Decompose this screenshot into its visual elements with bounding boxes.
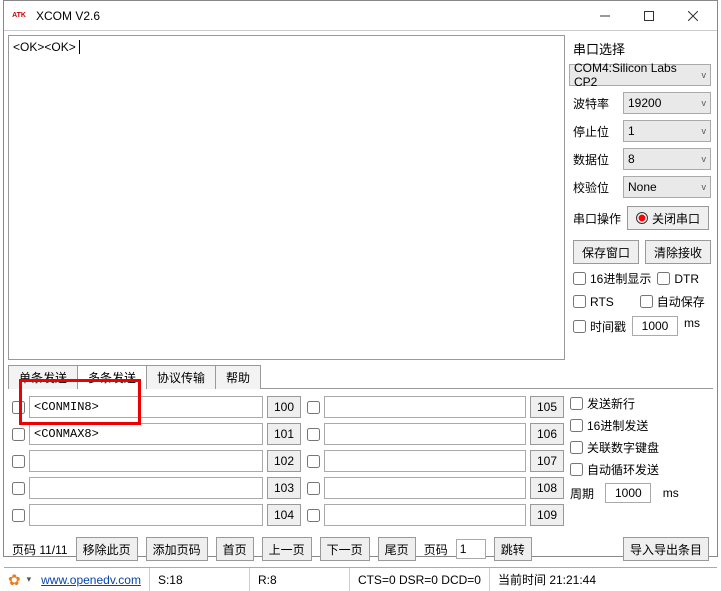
port-combo[interactable]: COM4:Silicon Labs CP2v bbox=[569, 64, 711, 86]
send-text-input[interactable] bbox=[324, 423, 526, 445]
send-button-105[interactable]: 105 bbox=[530, 396, 564, 418]
row-checkbox[interactable] bbox=[12, 455, 25, 468]
maximize-button[interactable] bbox=[627, 2, 671, 30]
op-label: 串口操作 bbox=[573, 210, 621, 227]
send-text-input[interactable] bbox=[29, 423, 263, 445]
send-button-107[interactable]: 107 bbox=[530, 450, 564, 472]
send-button-103[interactable]: 103 bbox=[267, 477, 301, 499]
add-page-button[interactable]: 添加页码 bbox=[146, 537, 208, 561]
send-text-input[interactable] bbox=[324, 477, 526, 499]
save-window-button[interactable]: 保存窗口 bbox=[573, 240, 639, 264]
close-button[interactable] bbox=[671, 2, 715, 30]
send-text-input[interactable] bbox=[29, 396, 263, 418]
status-s: S:18 bbox=[150, 568, 250, 591]
send-button-108[interactable]: 108 bbox=[530, 477, 564, 499]
send-text-input[interactable] bbox=[324, 396, 526, 418]
send-text-input[interactable] bbox=[324, 450, 526, 472]
prev-page-button[interactable]: 上一页 bbox=[262, 537, 312, 561]
parity-label: 校验位 bbox=[573, 179, 617, 196]
data-select[interactable]: 8v bbox=[623, 148, 711, 170]
timestamp-interval[interactable]: 1000 bbox=[632, 316, 678, 336]
remove-page-button[interactable]: 移除此页 bbox=[76, 537, 138, 561]
close-port-button[interactable]: 关闭串口 bbox=[627, 206, 709, 230]
jump-button[interactable]: 跳转 bbox=[494, 537, 532, 561]
page-label: 页码 bbox=[424, 541, 448, 558]
gear-icon[interactable]: ✿ bbox=[4, 571, 25, 589]
status-time: 当前时间 21:21:44 bbox=[490, 568, 604, 591]
send-button-102[interactable]: 102 bbox=[267, 450, 301, 472]
send-text-input[interactable] bbox=[29, 477, 263, 499]
row-checkbox[interactable] bbox=[307, 428, 320, 441]
send-text-input[interactable] bbox=[29, 504, 263, 526]
hex-display-checkbox[interactable]: 16进制显示 bbox=[573, 270, 651, 287]
row-checkbox[interactable] bbox=[12, 482, 25, 495]
send-button-106[interactable]: 106 bbox=[530, 423, 564, 445]
gear-dropdown-icon[interactable]: ▾ bbox=[25, 574, 34, 585]
url-link[interactable]: www.openedv.com bbox=[41, 573, 141, 587]
stop-select[interactable]: 1v bbox=[623, 120, 711, 142]
tab-multi[interactable]: 多条发送 bbox=[77, 365, 147, 389]
row-checkbox[interactable] bbox=[307, 455, 320, 468]
send-button-101[interactable]: 101 bbox=[267, 423, 301, 445]
row-checkbox[interactable] bbox=[12, 401, 25, 414]
stop-label: 停止位 bbox=[573, 123, 617, 140]
send-text-input[interactable] bbox=[29, 450, 263, 472]
period-label: 周期 bbox=[570, 485, 594, 502]
parity-select[interactable]: Nonev bbox=[623, 176, 711, 198]
send-button-109[interactable]: 109 bbox=[530, 504, 564, 526]
app-logo: ATK bbox=[10, 7, 28, 25]
autosave-checkbox[interactable]: 自动保存 bbox=[640, 293, 705, 310]
row-checkbox[interactable] bbox=[307, 509, 320, 522]
period-input[interactable]: 1000 bbox=[605, 483, 651, 503]
row-checkbox[interactable] bbox=[307, 401, 320, 414]
numpad-checkbox[interactable]: 关联数字键盘 bbox=[570, 439, 680, 456]
rts-checkbox[interactable]: RTS bbox=[573, 293, 614, 310]
next-page-button[interactable]: 下一页 bbox=[320, 537, 370, 561]
send-button-104[interactable]: 104 bbox=[267, 504, 301, 526]
serial-select-header: 串口选择 bbox=[573, 39, 711, 58]
hex-send-checkbox[interactable]: 16进制发送 bbox=[570, 417, 680, 434]
send-text-input[interactable] bbox=[324, 504, 526, 526]
ms-label: ms bbox=[684, 316, 700, 336]
tab-single[interactable]: 单条发送 bbox=[8, 365, 78, 389]
status-cts: CTS=0 DSR=0 DCD=0 bbox=[350, 568, 490, 591]
baud-label: 波特率 bbox=[573, 95, 617, 112]
first-page-button[interactable]: 首页 bbox=[216, 537, 254, 561]
window-title: XCOM V2.6 bbox=[36, 9, 583, 23]
tab-help[interactable]: 帮助 bbox=[215, 365, 261, 389]
send-button-100[interactable]: 100 bbox=[267, 396, 301, 418]
page-input[interactable] bbox=[456, 539, 486, 559]
row-checkbox[interactable] bbox=[12, 509, 25, 522]
loop-send-checkbox[interactable]: 自动循环发送 bbox=[570, 461, 680, 478]
record-icon bbox=[636, 212, 648, 224]
receive-textarea[interactable]: <OK><OK> bbox=[8, 35, 565, 360]
send-newline-checkbox[interactable]: 发送新行 bbox=[570, 395, 680, 412]
last-page-button[interactable]: 尾页 bbox=[378, 537, 416, 561]
import-export-button[interactable]: 导入导出条目 bbox=[623, 537, 709, 561]
data-label: 数据位 bbox=[573, 151, 617, 168]
timestamp-checkbox[interactable]: 时间戳 bbox=[573, 316, 626, 336]
row-checkbox[interactable] bbox=[307, 482, 320, 495]
status-r: R:8 bbox=[250, 568, 350, 591]
tab-protocol[interactable]: 协议传输 bbox=[146, 365, 216, 389]
dtr-checkbox[interactable]: DTR bbox=[657, 270, 699, 287]
page-indicator: 页码 11/11 bbox=[12, 541, 68, 558]
baud-select[interactable]: 19200v bbox=[623, 92, 711, 114]
minimize-button[interactable] bbox=[583, 2, 627, 30]
clear-rx-button[interactable]: 清除接收 bbox=[645, 240, 711, 264]
row-checkbox[interactable] bbox=[12, 428, 25, 441]
